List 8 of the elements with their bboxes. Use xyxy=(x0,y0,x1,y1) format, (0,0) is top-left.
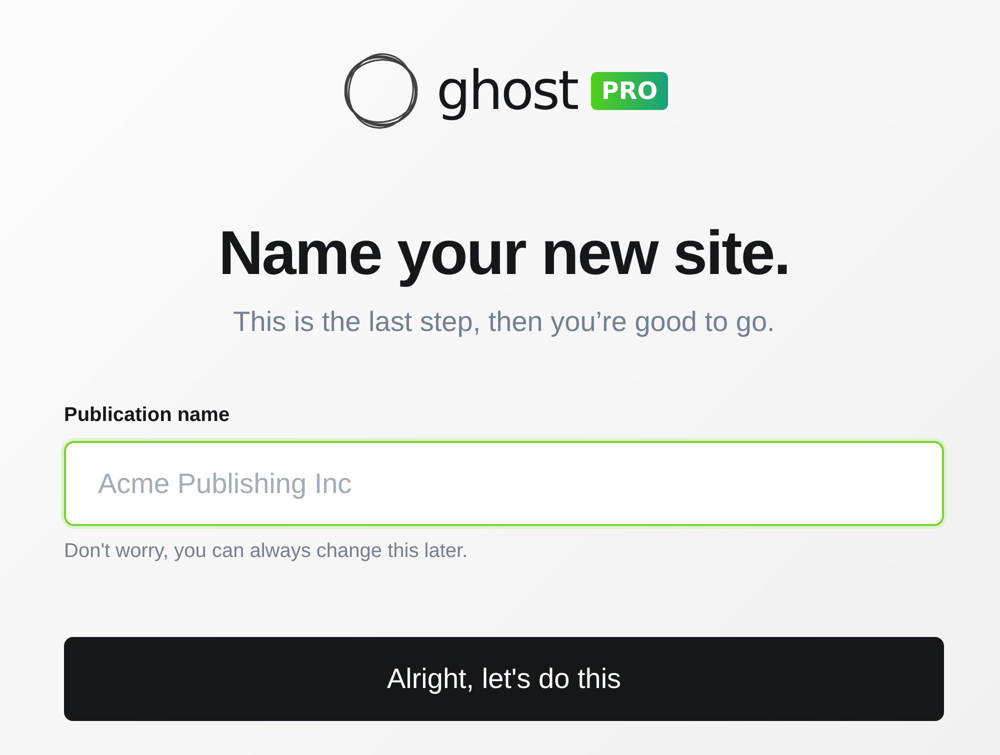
field-label: Publication name xyxy=(64,404,231,427)
logo-wordmark: ghost xyxy=(436,58,578,124)
publication-name-field[interactable]: Acme Publishing Inc xyxy=(64,441,944,526)
page-heading: Name your new site. xyxy=(218,218,790,290)
field-hint: Don't worry, you can always change this later. xyxy=(64,540,469,563)
submit-button[interactable]: Alright, let's do this xyxy=(64,637,944,721)
subtitle: This is the last step, then you’re good to go. xyxy=(233,306,775,338)
pro-badge: PRO xyxy=(591,72,668,110)
